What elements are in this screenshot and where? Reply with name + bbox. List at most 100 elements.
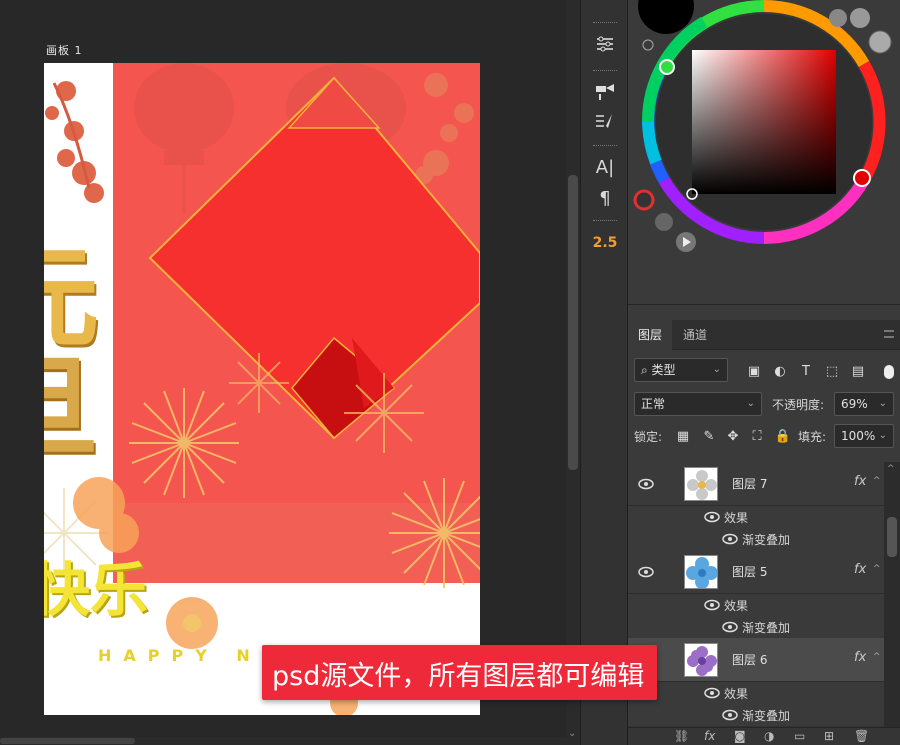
visibility-eye-icon[interactable] [704, 511, 720, 523]
color-mode-icon [633, 189, 655, 211]
effect-item-row[interactable]: 渐变叠加 [628, 528, 884, 550]
promo-banner: psd源文件，所有图层都可编辑 [262, 645, 657, 700]
fx-icon[interactable]: fx [854, 474, 866, 489]
canvas-horizontal-scrollbar[interactable] [0, 737, 566, 745]
blend-opacity-row: 正常 ⌄ 不透明度: 69% ⌄ [628, 392, 900, 422]
adjustment-filter-icon[interactable]: ◐ [770, 362, 790, 382]
effects-row[interactable]: 效果 [628, 506, 884, 528]
poster-char-yuan: 元 [44, 243, 99, 353]
shape-filter-icon[interactable]: ⬚ [822, 362, 842, 382]
fill-label: 填充: [798, 430, 827, 444]
layer-name[interactable]: 图层 6 [732, 651, 767, 668]
smart-object-filter-icon[interactable]: ▤ [848, 362, 868, 382]
panel-icon-strip: A| ¶ 2.5 [580, 0, 628, 745]
lock-artboard-icon[interactable]: ⛶ [748, 427, 766, 447]
adjustment-icon[interactable]: ◑ [764, 729, 774, 743]
poster-char-dan: 旦 [44, 353, 99, 463]
chevron-down-icon: ⌄ [878, 430, 887, 441]
visibility-eye-icon[interactable] [638, 566, 654, 578]
brush-size-readout[interactable]: 2.5 [587, 229, 623, 257]
effect-gradient-overlay[interactable]: 渐变叠加 [742, 531, 790, 548]
link-icon[interactable]: ⛓ [674, 729, 689, 743]
fx-icon[interactable]: fx [854, 650, 866, 665]
effect-item-row[interactable]: 渐变叠加 [628, 704, 884, 726]
effect-gradient-overlay[interactable]: 渐变叠加 [742, 707, 790, 724]
panel-menu-icon[interactable] [884, 330, 894, 338]
chevron-down-icon: ⌄ [878, 398, 887, 409]
visibility-eye-icon[interactable] [704, 687, 720, 699]
character-panel-icon[interactable]: A| [587, 153, 623, 181]
right-panel: 图层 通道 ⌕ 类型 ⌄ ▣ ◐ T ⬚ ▤ 正常 ⌄ 不透明度: 69% ⌄ … [628, 0, 900, 745]
prev-color-icon [655, 213, 673, 231]
artboard[interactable]: 元 旦 快乐 HAPPY N [44, 63, 480, 715]
scrollbar-thumb[interactable] [887, 517, 897, 557]
artboard-label: 画板 1 [46, 44, 83, 57]
collapse-caret-icon[interactable]: ^ [873, 652, 881, 662]
collapse-caret-icon[interactable]: ^ [873, 476, 881, 486]
poster-text-happy: HAPPY N [98, 646, 262, 665]
color-wheel-panel[interactable] [628, 0, 900, 305]
visibility-eye-icon[interactable] [722, 709, 738, 721]
visibility-eye-icon[interactable] [704, 599, 720, 611]
layer-name[interactable]: 图层 5 [732, 563, 767, 580]
effects-row[interactable]: 效果 [628, 594, 884, 616]
chevron-down-icon: ⌄ [712, 364, 721, 375]
lock-transparent-icon[interactable]: ▦ [674, 427, 692, 447]
layer-kind-filter[interactable]: ⌕ 类型 ⌄ [634, 358, 728, 382]
fill-input[interactable]: 100% ⌄ [834, 424, 894, 448]
canvas-vertical-scrollbar[interactable]: ⌄ [566, 0, 580, 745]
lock-fill-row: 锁定: ▦ ✎ ✥ ⛶ 🔒 填充: 100% ⌄ [628, 424, 900, 454]
layer-row-selected[interactable]: 图层 6 fx ^ [628, 638, 884, 682]
visibility-eye-icon[interactable] [638, 478, 654, 490]
blend-mode-select[interactable]: 正常 ⌄ [634, 392, 762, 416]
layer-row[interactable]: 图层 7 fx ^ [628, 462, 884, 506]
mask-icon[interactable]: ◙ [734, 729, 746, 743]
color-wheel[interactable] [628, 0, 900, 305]
new-layer-icon[interactable]: ⊞ [824, 729, 834, 743]
type-filter-icon[interactable]: T [796, 362, 816, 382]
effects-label: 效果 [724, 687, 749, 701]
layers-scrollbar[interactable]: ^ [884, 462, 900, 727]
search-icon: ⌕ [641, 363, 652, 377]
layers-footer: ⛓ fx ◙ ◑ ▭ ⊞ 🗑 [628, 727, 900, 745]
trash-icon[interactable]: 🗑 [854, 729, 869, 743]
layer-thumbnail [684, 555, 718, 589]
opacity-input[interactable]: 69% ⌄ [834, 392, 894, 416]
scrollbar-thumb[interactable] [568, 175, 578, 470]
effects-row[interactable]: 效果 [628, 682, 884, 704]
filter-toggle[interactable] [884, 365, 894, 379]
effect-gradient-overlay[interactable]: 渐变叠加 [742, 619, 790, 636]
visibility-eye-icon[interactable] [722, 621, 738, 633]
layer-filter-row: ⌕ 类型 ⌄ ▣ ◐ T ⬚ ▤ [628, 358, 900, 388]
layers-panel-tabs: 图层 通道 [628, 320, 900, 350]
effect-item-row[interactable]: 渐变叠加 [628, 616, 884, 638]
scroll-up-icon[interactable]: ^ [887, 464, 895, 474]
layer-name[interactable]: 图层 7 [732, 475, 767, 492]
adjustments-sliders-icon[interactable] [587, 30, 623, 58]
visibility-eye-icon[interactable] [722, 533, 738, 545]
chevron-down-icon: ⌄ [746, 398, 755, 409]
brush-settings-icon[interactable] [587, 78, 623, 106]
lock-label: 锁定: [634, 430, 663, 444]
folder-icon[interactable]: ▭ [794, 729, 805, 743]
poster-text-kuaile: 快乐 [44, 556, 149, 624]
paragraph-panel-icon[interactable]: ¶ [587, 184, 623, 212]
layer-row[interactable]: 图层 5 fx ^ [628, 550, 884, 594]
fx-icon[interactable]: fx [704, 729, 715, 743]
canvas-workspace[interactable]: 画板 1 快乐 HAPPY N [0, 0, 566, 745]
tab-channels[interactable]: 通道 [673, 320, 717, 350]
lock-position-icon[interactable]: ✥ [724, 427, 742, 447]
opacity-label: 不透明度: [772, 398, 825, 412]
fx-icon[interactable]: fx [854, 562, 866, 577]
effects-label: 效果 [724, 511, 749, 525]
lock-image-icon[interactable]: ✎ [700, 427, 718, 447]
brush-presets-icon[interactable] [587, 108, 623, 136]
image-filter-icon[interactable]: ▣ [744, 362, 764, 382]
lock-all-icon[interactable]: 🔒 [774, 427, 792, 447]
collapse-caret-icon[interactable]: ^ [873, 564, 881, 574]
tab-layers[interactable]: 图层 [628, 320, 673, 350]
scroll-down-icon[interactable]: ⌄ [568, 728, 576, 739]
effects-label: 效果 [724, 599, 749, 613]
layers-list[interactable]: 图层 7 fx ^ 效果 渐变叠加 图层 5 fx ^ 效果 渐变叠加 图层 6… [628, 462, 900, 727]
banner-text: psd源文件，所有图层都可编辑 [272, 661, 645, 692]
